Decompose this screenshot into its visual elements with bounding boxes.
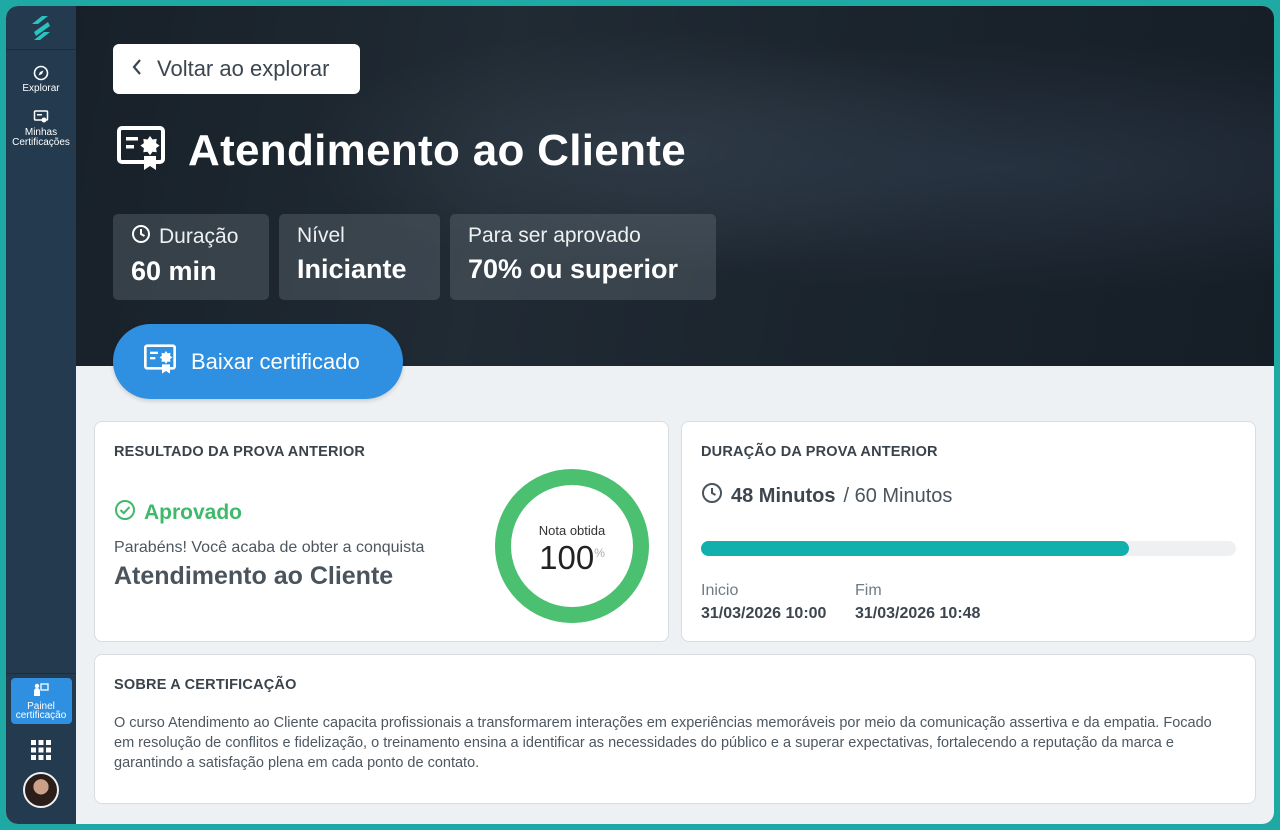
result-card: RESULTADO DA PROVA ANTERIOR Aprovado Par… — [94, 421, 669, 642]
hero-banner: Voltar ao explorar Atendimento ao Client… — [76, 6, 1274, 366]
check-circle-icon — [114, 499, 136, 527]
approved-status: Aprovado — [114, 499, 242, 527]
back-to-explore-button[interactable]: Voltar ao explorar — [113, 44, 360, 94]
status-label: Aprovado — [144, 501, 243, 524]
download-certificate-button[interactable]: Baixar certificado — [113, 324, 403, 399]
certificate-badge-icon — [116, 124, 166, 177]
stat-label: Nível — [297, 224, 345, 247]
clock-icon — [131, 224, 151, 250]
stat-label: Duração — [159, 225, 239, 248]
about-card: SOBRE A CERTIFICAÇÃO O curso Atendimento… — [94, 654, 1256, 804]
duration-progress-fill — [701, 541, 1129, 556]
sidebar-item-label: Explorar — [22, 83, 60, 94]
certificate-icon — [32, 108, 50, 126]
sidebar-item-minhas-certificacoes[interactable]: Minhas Certificações — [6, 94, 76, 148]
duration-summary: 48 Minutos / 60 Minutos — [701, 482, 952, 510]
stat-value: 70% ou superior — [468, 254, 679, 284]
score-label: Nota obtida — [538, 523, 606, 538]
sidebar-item-explorar[interactable]: Explorar — [6, 50, 76, 94]
stat-level: Nível Iniciante — [279, 214, 440, 300]
stat-passing-score: Para ser aprovado 70% ou superior — [450, 214, 716, 300]
duration-used: 48 Minutos — [731, 484, 836, 507]
clock-icon — [701, 482, 723, 510]
end-value: 31/03/2026 10:48 — [855, 605, 981, 622]
score-value: 100% — [493, 539, 651, 577]
app-logo[interactable] — [6, 6, 76, 50]
conquest-name: Atendimento ao Cliente — [114, 562, 394, 590]
score-donut: Nota obtida 100% — [493, 467, 651, 625]
start-value: 31/03/2026 10:00 — [701, 605, 827, 622]
result-card-title: RESULTADO DA PROVA ANTERIOR — [114, 444, 366, 460]
about-text: O curso Atendimento ao Cliente capacita … — [114, 715, 1212, 771]
app-window: Explorar Minhas Certificações Painel cer… — [6, 6, 1274, 824]
sidebar-item-label: Painel certificação — [15, 700, 67, 721]
stat-value: Iniciante — [297, 254, 407, 284]
congrats-text: Parabéns! Você acaba de obter a conquist… — [114, 539, 425, 556]
start-label: Inicio — [701, 582, 739, 599]
presenter-icon — [33, 682, 49, 699]
page-title-row: Atendimento ao Cliente — [116, 124, 686, 177]
sidebar-item-label: Minhas Certificações — [12, 127, 70, 148]
stat-label: Para ser aprovado — [468, 224, 641, 247]
duration-progress-bar — [701, 541, 1236, 556]
logo-icon — [32, 15, 50, 40]
sidebar-item-painel-certificacao[interactable]: Painel certificação — [10, 678, 72, 724]
chevron-left-icon — [131, 56, 143, 82]
page-title: Atendimento ao Cliente — [188, 125, 686, 175]
end-label: Fim — [855, 582, 882, 599]
about-card-title: SOBRE A CERTIFICAÇÃO — [114, 677, 297, 693]
score-number: 100 — [539, 539, 595, 576]
score-unit: % — [594, 546, 605, 560]
sidebar-bottom: Painel certificação — [6, 673, 76, 824]
duration-card-title: DURAÇÃO DA PROVA ANTERIOR — [701, 444, 938, 460]
stat-duration: Duração 60 min — [113, 214, 269, 300]
sidebar: Explorar Minhas Certificações Painel cer… — [6, 6, 76, 824]
apps-grid-icon[interactable] — [31, 740, 51, 760]
certificate-badge-icon — [143, 343, 177, 381]
avatar[interactable] — [23, 772, 59, 808]
stat-value: 60 min — [131, 256, 217, 286]
back-button-label: Voltar ao explorar — [157, 56, 330, 81]
download-button-label: Baixar certificado — [191, 348, 360, 374]
duration-card: DURAÇÃO DA PROVA ANTERIOR 48 Minutos / 6… — [681, 421, 1256, 642]
compass-icon — [32, 64, 50, 82]
duration-total: / 60 Minutos — [843, 484, 953, 507]
